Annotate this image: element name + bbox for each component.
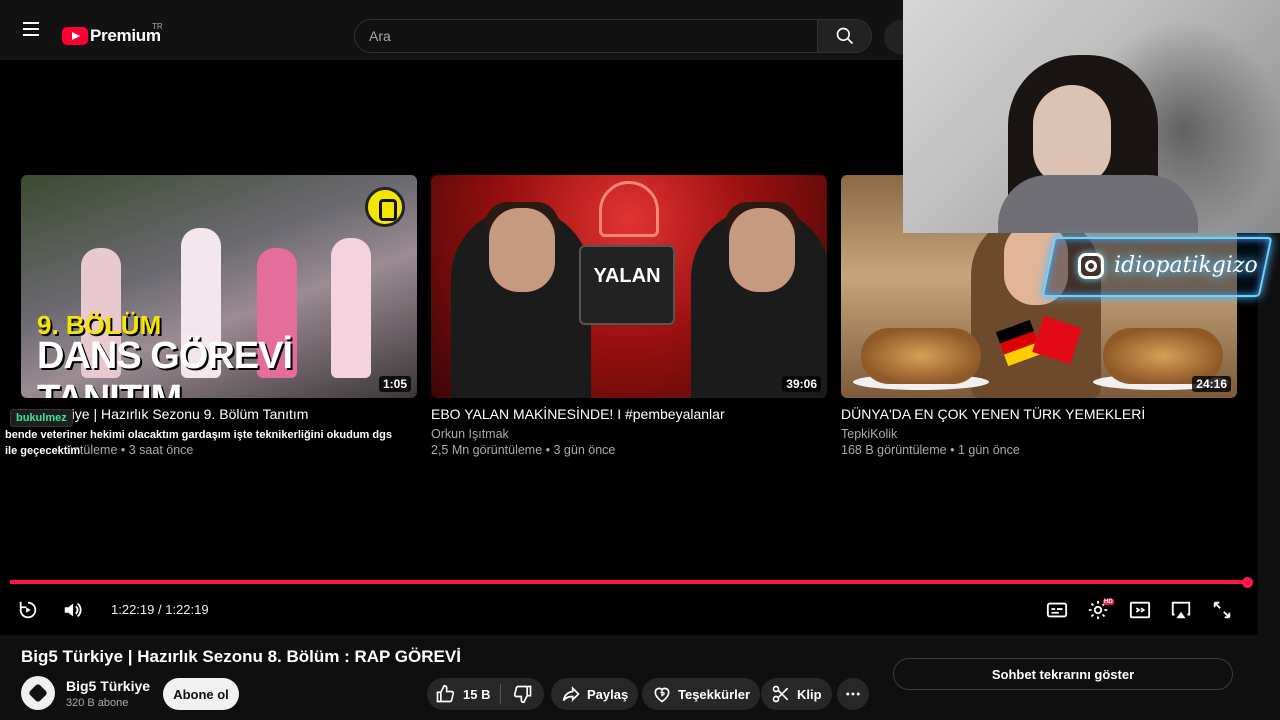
search-box (354, 19, 818, 53)
webcam-overlay (903, 0, 1280, 233)
end-card-meta-3: 168 B görüntüleme • 1 gün önce (841, 443, 1020, 457)
replay-button[interactable] (16, 598, 40, 622)
fullscreen-button[interactable] (1210, 598, 1234, 622)
end-card-title-1[interactable]: rkiye | Hazırlık Sezonu 9. Bölüm Tanıtım (60, 406, 308, 422)
more-actions-button[interactable] (837, 678, 869, 710)
search-button[interactable] (818, 19, 872, 53)
instagram-handle: idiopatikgizo (1114, 253, 1258, 278)
volume-button[interactable] (61, 598, 85, 622)
subtitles-icon (1046, 602, 1068, 618)
like-count: 15 B (463, 686, 491, 702)
video-duration: 1:05 (378, 376, 411, 392)
channel-badge-icon (365, 187, 405, 227)
video-duration: 39:06 (782, 376, 821, 392)
avatar[interactable] (21, 676, 55, 710)
end-card-title-2[interactable]: EBO YALAN MAKİNESİNDE! I #pembeyalanlar (431, 406, 725, 422)
like-button[interactable]: 15 B (427, 678, 500, 710)
cast-button[interactable] (1169, 598, 1193, 622)
scissors-icon (772, 685, 789, 703)
chat-username: bukulmez (10, 409, 73, 427)
thumbnail-text-main: DANS GÖREVİ TANITIM (37, 335, 293, 398)
end-card-thumbnail-2[interactable]: YALAN 39:06 (431, 175, 827, 398)
time-display: 1:22:19 / 1:22:19 (111, 602, 209, 617)
heart-graphic (599, 181, 659, 237)
page-edge (1258, 233, 1280, 635)
thumbnail-person (451, 202, 591, 398)
show-chat-replay-button[interactable]: Sohbet tekrarını göster (893, 658, 1233, 690)
share-label: Paylaş (587, 686, 629, 702)
streamer-face (1033, 85, 1111, 185)
thumbnail-person (691, 202, 827, 398)
thumbs-up-icon (436, 684, 455, 703)
dislike-button[interactable] (501, 678, 544, 710)
clip-label: Klip (797, 686, 822, 702)
youtube-icon (62, 27, 88, 45)
end-card-title-3[interactable]: DÜNYA'DA EN ÇOK YENEN TÜRK YEMEKLERİ (841, 406, 1145, 422)
thanks-label: Teşekkürler (678, 686, 751, 702)
search-input[interactable] (355, 20, 817, 52)
thanks-heart-icon (654, 687, 670, 703)
replay-icon (19, 601, 37, 619)
end-card-channel-3[interactable]: TepkiKolik (841, 427, 897, 441)
thumbnail-text-main: YALAN (593, 265, 661, 287)
more-horizontal-icon (846, 692, 860, 696)
share-icon (562, 686, 580, 702)
share-button[interactable]: Paylaş (551, 678, 639, 710)
chat-message: bende veteriner hekimi olacaktım gardaşı… (5, 429, 392, 457)
lie-detector-box: YALAN (579, 245, 675, 325)
end-card-channel-2[interactable]: Orkun Işıtmak (431, 427, 509, 441)
hd-badge: HD (1103, 599, 1114, 605)
youtube-premium-logo[interactable]: Premium (62, 24, 161, 48)
food-left (861, 328, 981, 384)
subtitles-button[interactable] (1045, 598, 1069, 622)
end-card-thumbnail-1[interactable]: 9. BÖLÜM DANS GÖREVİ TANITIM 1:05 (21, 175, 417, 398)
fullscreen-icon (1213, 601, 1231, 619)
airplay-icon (1171, 601, 1191, 619)
miniplayer-button[interactable] (1128, 598, 1152, 622)
thumbs-down-icon (513, 685, 531, 704)
search-icon (836, 27, 853, 45)
subscriber-count: 320 B abone (66, 697, 129, 709)
progress-scrubber[interactable] (1242, 577, 1253, 588)
video-duration: 24:16 (1192, 376, 1231, 392)
miniplayer-icon (1129, 601, 1151, 619)
volume-icon (64, 602, 82, 618)
channel-name[interactable]: Big5 Türkiye (66, 678, 150, 694)
video-title: Big5 Türkiye | Hazırlık Sezonu 8. Bölüm … (21, 647, 461, 666)
subscribe-button[interactable]: Abone ol (163, 678, 239, 710)
progress-bar[interactable] (10, 580, 1248, 584)
clip-button[interactable]: Klip (761, 678, 832, 710)
instagram-icon (1078, 253, 1104, 279)
logo-text: Premium (90, 26, 161, 45)
thanks-button[interactable]: Teşekkürler (642, 678, 761, 710)
menu-icon[interactable] (16, 18, 46, 42)
streamer-body (998, 175, 1198, 233)
country-code: TR (152, 22, 163, 31)
end-card-meta-2: 2,5 Mn görüntüleme • 3 gün önce (431, 443, 616, 457)
